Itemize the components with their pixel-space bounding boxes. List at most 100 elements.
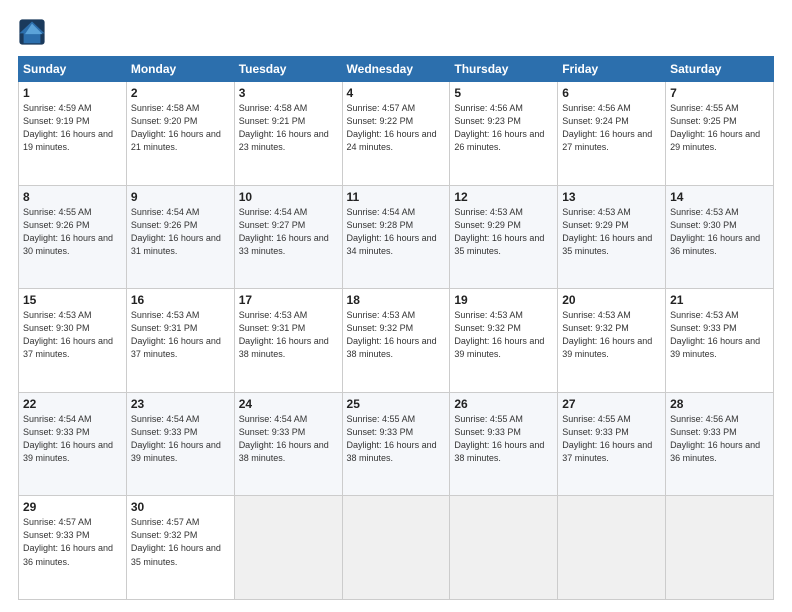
day-info: Sunrise: 4:55 AMSunset: 9:25 PMDaylight:… xyxy=(670,102,769,154)
day-number: 17 xyxy=(239,293,338,307)
calendar-header-row: SundayMondayTuesdayWednesdayThursdayFrid… xyxy=(19,57,774,82)
calendar-day-cell: 20 Sunrise: 4:53 AMSunset: 9:32 PMDayligh… xyxy=(558,289,666,393)
day-info: Sunrise: 4:53 AMSunset: 9:30 PMDaylight:… xyxy=(23,309,122,361)
calendar-day-cell xyxy=(666,496,774,600)
calendar-week-row: 22Sunrise: 4:54 AMSunset: 9:33 PMDayligh… xyxy=(19,392,774,496)
day-info: Sunrise: 4:53 AMSunset: 9:32 PMDaylight:… xyxy=(562,309,661,361)
weekday-header-thursday: Thursday xyxy=(450,57,558,82)
calendar-day-cell: 24 Sunrise: 4:54 AMSunset: 9:33 PMDayligh… xyxy=(234,392,342,496)
day-number: 2 xyxy=(131,86,230,100)
day-info: Sunrise: 4:55 AMSunset: 9:33 PMDaylight:… xyxy=(454,413,553,465)
day-info: Sunrise: 4:57 AMSunset: 9:32 PMDaylight:… xyxy=(131,516,230,568)
day-number: 24 xyxy=(239,397,338,411)
day-number: 25 xyxy=(347,397,446,411)
day-number: 5 xyxy=(454,86,553,100)
day-number: 4 xyxy=(347,86,446,100)
day-number: 26 xyxy=(454,397,553,411)
calendar-day-cell: 25 Sunrise: 4:55 AMSunset: 9:33 PMDayligh… xyxy=(342,392,450,496)
calendar-day-cell: 1 Sunrise: 4:59 AMSunset: 9:19 PMDaylight… xyxy=(19,82,127,186)
day-info: Sunrise: 4:57 AMSunset: 9:22 PMDaylight:… xyxy=(347,102,446,154)
day-info: Sunrise: 4:56 AMSunset: 9:24 PMDaylight:… xyxy=(562,102,661,154)
calendar-day-cell: 17 Sunrise: 4:53 AMSunset: 9:31 PMDayligh… xyxy=(234,289,342,393)
calendar-day-cell: 16 Sunrise: 4:53 AMSunset: 9:31 PMDayligh… xyxy=(126,289,234,393)
calendar-day-cell: 15Sunrise: 4:53 AMSunset: 9:30 PMDayligh… xyxy=(19,289,127,393)
calendar-day-cell xyxy=(342,496,450,600)
day-number: 10 xyxy=(239,190,338,204)
header xyxy=(18,18,774,46)
day-info: Sunrise: 4:53 AMSunset: 9:33 PMDaylight:… xyxy=(670,309,769,361)
day-number: 1 xyxy=(23,86,122,100)
day-info: Sunrise: 4:55 AMSunset: 9:26 PMDaylight:… xyxy=(23,206,122,258)
day-info: Sunrise: 4:53 AMSunset: 9:29 PMDaylight:… xyxy=(454,206,553,258)
day-info: Sunrise: 4:53 AMSunset: 9:30 PMDaylight:… xyxy=(670,206,769,258)
weekday-header-wednesday: Wednesday xyxy=(342,57,450,82)
calendar-day-cell xyxy=(234,496,342,600)
day-number: 20 xyxy=(562,293,661,307)
weekday-header-monday: Monday xyxy=(126,57,234,82)
day-number: 11 xyxy=(347,190,446,204)
calendar-day-cell xyxy=(558,496,666,600)
calendar-day-cell: 29 Sunrise: 4:57 AMSunset: 9:33 PMDayligh… xyxy=(19,496,127,600)
page: SundayMondayTuesdayWednesdayThursdayFrid… xyxy=(0,0,792,612)
day-number: 27 xyxy=(562,397,661,411)
day-info: Sunrise: 4:53 AMSunset: 9:31 PMDaylight:… xyxy=(239,309,338,361)
day-number: 19 xyxy=(454,293,553,307)
weekday-header-friday: Friday xyxy=(558,57,666,82)
calendar-week-row: 1 Sunrise: 4:59 AMSunset: 9:19 PMDaylight… xyxy=(19,82,774,186)
calendar-week-row: 15Sunrise: 4:53 AMSunset: 9:30 PMDayligh… xyxy=(19,289,774,393)
logo-icon xyxy=(18,18,46,46)
day-info: Sunrise: 4:56 AMSunset: 9:23 PMDaylight:… xyxy=(454,102,553,154)
calendar-day-cell: 26 Sunrise: 4:55 AMSunset: 9:33 PMDayligh… xyxy=(450,392,558,496)
day-number: 14 xyxy=(670,190,769,204)
day-info: Sunrise: 4:59 AMSunset: 9:19 PMDaylight:… xyxy=(23,102,122,154)
day-info: Sunrise: 4:54 AMSunset: 9:26 PMDaylight:… xyxy=(131,206,230,258)
day-info: Sunrise: 4:55 AMSunset: 9:33 PMDaylight:… xyxy=(562,413,661,465)
day-number: 8 xyxy=(23,190,122,204)
day-number: 3 xyxy=(239,86,338,100)
calendar-day-cell: 27 Sunrise: 4:55 AMSunset: 9:33 PMDayligh… xyxy=(558,392,666,496)
day-number: 30 xyxy=(131,500,230,514)
calendar-day-cell: 21 Sunrise: 4:53 AMSunset: 9:33 PMDayligh… xyxy=(666,289,774,393)
day-info: Sunrise: 4:54 AMSunset: 9:27 PMDaylight:… xyxy=(239,206,338,258)
day-info: Sunrise: 4:57 AMSunset: 9:33 PMDaylight:… xyxy=(23,516,122,568)
calendar-day-cell: 4 Sunrise: 4:57 AMSunset: 9:22 PMDaylight… xyxy=(342,82,450,186)
calendar-day-cell: 11 Sunrise: 4:54 AMSunset: 9:28 PMDayligh… xyxy=(342,185,450,289)
calendar-day-cell: 2 Sunrise: 4:58 AMSunset: 9:20 PMDaylight… xyxy=(126,82,234,186)
day-info: Sunrise: 4:53 AMSunset: 9:32 PMDaylight:… xyxy=(347,309,446,361)
day-number: 6 xyxy=(562,86,661,100)
calendar-day-cell: 18Sunrise: 4:53 AMSunset: 9:32 PMDayligh… xyxy=(342,289,450,393)
day-info: Sunrise: 4:58 AMSunset: 9:21 PMDaylight:… xyxy=(239,102,338,154)
day-number: 21 xyxy=(670,293,769,307)
calendar-week-row: 29 Sunrise: 4:57 AMSunset: 9:33 PMDayligh… xyxy=(19,496,774,600)
day-number: 12 xyxy=(454,190,553,204)
calendar-day-cell: 7 Sunrise: 4:55 AMSunset: 9:25 PMDaylight… xyxy=(666,82,774,186)
day-info: Sunrise: 4:54 AMSunset: 9:33 PMDaylight:… xyxy=(239,413,338,465)
day-number: 7 xyxy=(670,86,769,100)
day-number: 9 xyxy=(131,190,230,204)
calendar-day-cell: 9 Sunrise: 4:54 AMSunset: 9:26 PMDaylight… xyxy=(126,185,234,289)
calendar-week-row: 8 Sunrise: 4:55 AMSunset: 9:26 PMDaylight… xyxy=(19,185,774,289)
day-number: 28 xyxy=(670,397,769,411)
day-info: Sunrise: 4:55 AMSunset: 9:33 PMDaylight:… xyxy=(347,413,446,465)
weekday-header-sunday: Sunday xyxy=(19,57,127,82)
calendar-day-cell xyxy=(450,496,558,600)
weekday-header-tuesday: Tuesday xyxy=(234,57,342,82)
calendar-day-cell: 12 Sunrise: 4:53 AMSunset: 9:29 PMDayligh… xyxy=(450,185,558,289)
day-number: 23 xyxy=(131,397,230,411)
calendar-day-cell: 6 Sunrise: 4:56 AMSunset: 9:24 PMDaylight… xyxy=(558,82,666,186)
day-info: Sunrise: 4:54 AMSunset: 9:33 PMDaylight:… xyxy=(131,413,230,465)
calendar-day-cell: 28Sunrise: 4:56 AMSunset: 9:33 PMDayligh… xyxy=(666,392,774,496)
calendar-day-cell: 5 Sunrise: 4:56 AMSunset: 9:23 PMDaylight… xyxy=(450,82,558,186)
day-number: 16 xyxy=(131,293,230,307)
day-number: 29 xyxy=(23,500,122,514)
calendar-day-cell: 10 Sunrise: 4:54 AMSunset: 9:27 PMDayligh… xyxy=(234,185,342,289)
day-number: 13 xyxy=(562,190,661,204)
day-info: Sunrise: 4:54 AMSunset: 9:33 PMDaylight:… xyxy=(23,413,122,465)
day-info: Sunrise: 4:53 AMSunset: 9:32 PMDaylight:… xyxy=(454,309,553,361)
calendar-day-cell: 8 Sunrise: 4:55 AMSunset: 9:26 PMDaylight… xyxy=(19,185,127,289)
day-info: Sunrise: 4:58 AMSunset: 9:20 PMDaylight:… xyxy=(131,102,230,154)
day-info: Sunrise: 4:53 AMSunset: 9:31 PMDaylight:… xyxy=(131,309,230,361)
day-info: Sunrise: 4:54 AMSunset: 9:28 PMDaylight:… xyxy=(347,206,446,258)
calendar-day-cell: 13Sunrise: 4:53 AMSunset: 9:29 PMDayligh… xyxy=(558,185,666,289)
calendar-day-cell: 14 Sunrise: 4:53 AMSunset: 9:30 PMDayligh… xyxy=(666,185,774,289)
